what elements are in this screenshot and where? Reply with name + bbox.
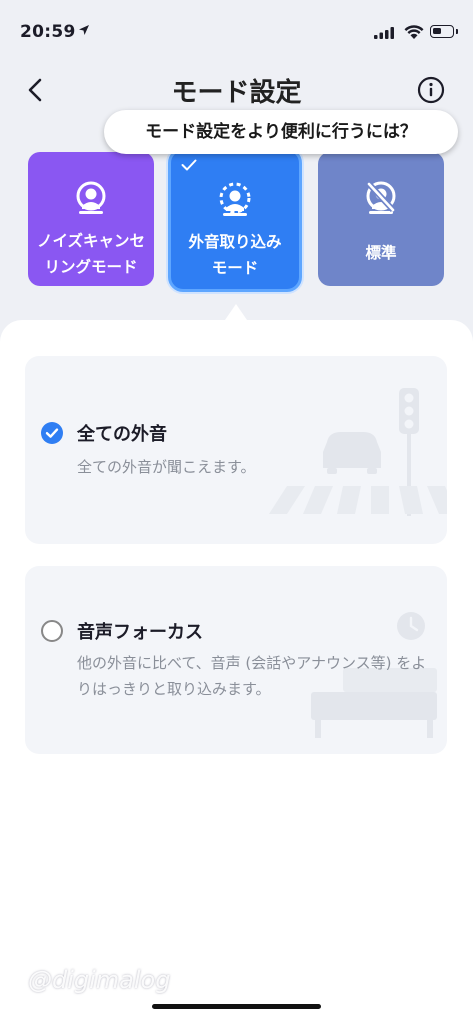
battery-icon (430, 25, 458, 38)
option-description: 他の外音に比べて、音声 (会話やアナウンス等) をよりはっきりと取り込みます。 (77, 654, 427, 698)
option-title: 音声フォーカス (77, 622, 203, 643)
location-arrow-icon (79, 25, 89, 35)
noise-cancel-icon (76, 181, 106, 214)
sheet-pointer (225, 304, 247, 320)
option-voice-focus[interactable]: 音声フォーカス 他の外音に比べて、音声 (会話やアナウンス等) をよりはっきりと… (25, 566, 447, 754)
ambient-sound-icon (219, 182, 251, 216)
mode-label-ambient-sound: 外音取り込み モード (188, 233, 282, 277)
radio-voice-focus[interactable] (41, 620, 63, 642)
option-title: 全ての外音 (77, 424, 167, 445)
mode-label-standard: 標準 (365, 244, 397, 262)
mode-card-standard[interactable]: 標準 (318, 152, 444, 286)
mode-card-ambient-sound[interactable]: 外音取り込み モード (168, 148, 302, 292)
street-crossing-illustration (269, 388, 447, 516)
page-title: モード設定 (171, 78, 302, 108)
check-icon (45, 428, 59, 438)
home-indicator[interactable] (152, 1004, 321, 1009)
mode-label-noise-cancel: ノイズキャンセ リングモード (36, 232, 146, 276)
cellular-signal-icon (374, 27, 394, 39)
option-description: 全ての外音が聞こえます。 (77, 458, 256, 476)
radio-all-ambient-selected[interactable] (41, 422, 63, 444)
option-all-ambient-sound[interactable]: 全ての外音 全ての外音が聞こえます。 (25, 356, 447, 544)
status-time: 20:59 (20, 22, 76, 42)
selected-check-icon (181, 159, 197, 171)
mode-tips-tooltip[interactable]: モード設定をより便利に行うには？ (104, 110, 458, 154)
mode-card-noise-cancel[interactable]: ノイズキャンセ リングモード (28, 152, 154, 286)
standard-mode-icon (366, 181, 396, 214)
wifi-icon (404, 25, 424, 39)
info-icon[interactable] (417, 76, 445, 104)
watermark: @digimalog (28, 966, 171, 994)
status-bar: 20:59 (0, 0, 473, 56)
